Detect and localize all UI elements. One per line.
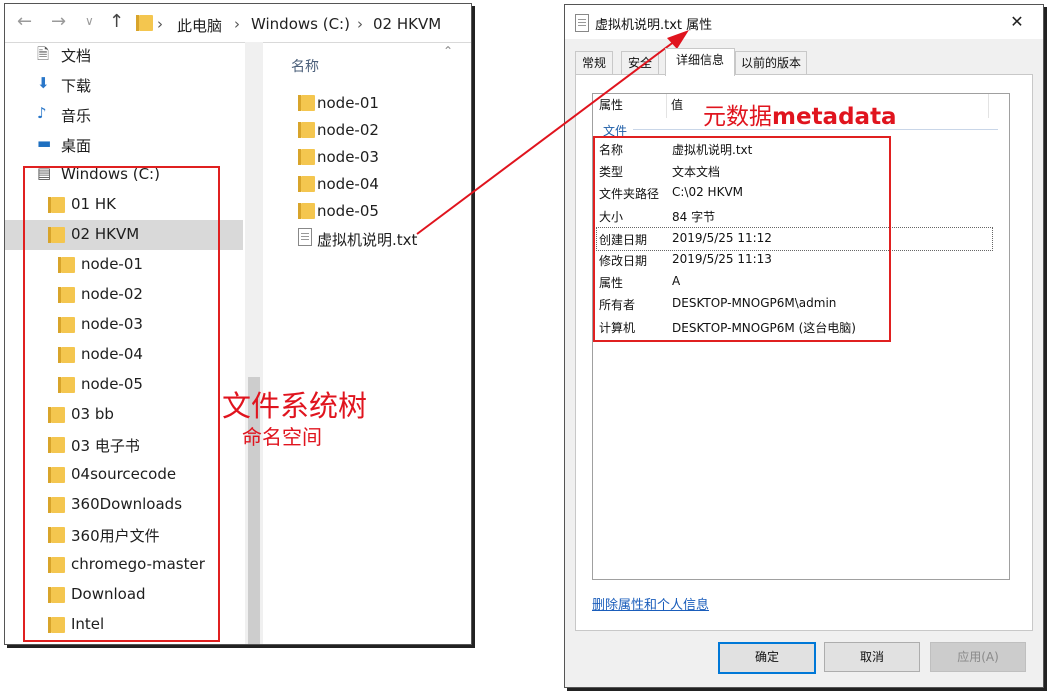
tree-item-label: 音乐 [61,107,92,125]
address-box[interactable]: › 此电脑 › Windows (C:) › 02 HKVM [129,9,469,37]
file-list-item-label: 虚拟机说明.txt [317,231,418,249]
tab-details[interactable]: 详细信息 [665,48,735,76]
file-list-item[interactable]: node-02 [295,119,465,145]
desktop-icon: ▬ [37,134,52,152]
tab-security[interactable]: 安全 [621,51,659,74]
annotation-metadata: 元数据metadata [703,97,897,131]
tree-item-label: 下载 [61,77,92,95]
tree-item[interactable]: ♪ 音乐 [5,100,243,130]
file-list-item[interactable]: node-04 [295,173,465,199]
apply-button[interactable]: 应用(A) [930,642,1026,672]
file-list-item-label: node-02 [317,121,379,139]
breadcrumb-folder[interactable]: 02 HKVM [373,15,441,33]
document-icon: 🗎 [37,45,50,63]
folder-icon [298,122,315,138]
dialog-title: 虚拟机说明.txt 属性 [595,18,713,33]
music-icon: ♪ [37,104,47,122]
folder-icon [298,203,315,219]
file-list-pane: ⌃ 名称 node-01 node-02 node-03 node-04 node-05… [275,42,471,644]
sort-ascending-icon: ⌃ [443,44,454,58]
breadcrumb-separator-icon: › [234,15,240,33]
dialog-titlebar[interactable]: 虚拟机说明.txt 属性 ✕ [565,5,1043,39]
folder-icon [136,15,153,31]
folder-icon [298,149,315,165]
ok-button[interactable]: 确定 [718,642,816,674]
navigation-scrollbar[interactable] [245,42,263,644]
file-list-item-label: node-05 [317,202,379,220]
text-file-icon [298,228,312,246]
breadcrumb-separator-icon: › [357,15,363,33]
column-header-value[interactable]: 值 [671,96,683,113]
file-list-item[interactable]: node-01 [295,92,465,118]
folder-icon [298,176,315,192]
file-list-item-label: node-03 [317,148,379,166]
namespace-highlight-box [23,166,220,642]
text-file-icon [575,14,589,32]
column-header-property[interactable]: 属性 [599,96,623,113]
file-list-item-label: node-01 [317,94,379,112]
tree-item[interactable]: ⬇ 下载 [5,70,243,100]
tree-item-label: 桌面 [61,137,92,155]
annotation-filesystem-tree: 文件系统树 [222,389,368,423]
tab-general[interactable]: 常规 [575,51,613,74]
close-icon[interactable]: ✕ [1005,11,1029,33]
column-divider[interactable] [666,94,667,118]
column-header-name[interactable]: 名称 [291,56,319,76]
file-list-item[interactable]: node-03 [295,146,465,172]
tree-item[interactable]: ▬ 桌面 [5,130,243,160]
column-divider[interactable] [988,94,989,118]
file-list-item-label: node-04 [317,175,379,193]
file-list-item[interactable]: node-05 [295,200,465,226]
annotation-metadata-cn: 元数据 [703,104,772,130]
file-list-item[interactable]: 虚拟机说明.txt [295,227,465,253]
back-icon[interactable]: ← [17,11,32,32]
annotation-metadata-en: metadata [772,104,897,130]
cancel-button[interactable]: 取消 [824,642,920,672]
download-icon: ⬇ [37,74,50,92]
metadata-highlight-box [593,136,891,342]
tree-item-label: 文档 [61,47,92,65]
folder-icon [298,95,315,111]
breadcrumb-separator-icon: › [157,15,163,33]
tab-previous-versions[interactable]: 以前的版本 [735,51,807,74]
address-bar-row: ← → ∨ ↑ › 此电脑 › Windows (C:) › 02 HKVM [5,4,471,43]
tree-item[interactable]: 🗎 文档 [5,40,243,70]
remove-properties-link[interactable]: 删除属性和个人信息 [592,594,709,613]
recent-locations-chevron-icon[interactable]: ∨ [85,14,94,28]
annotation-namespace: 命名空间 [242,425,322,449]
up-arrow-icon[interactable]: ↑ [109,11,124,32]
forward-icon[interactable]: → [51,11,66,32]
breadcrumb-this-pc[interactable]: 此电脑 [177,15,222,36]
breadcrumb-drive[interactable]: Windows (C:) [251,15,350,33]
